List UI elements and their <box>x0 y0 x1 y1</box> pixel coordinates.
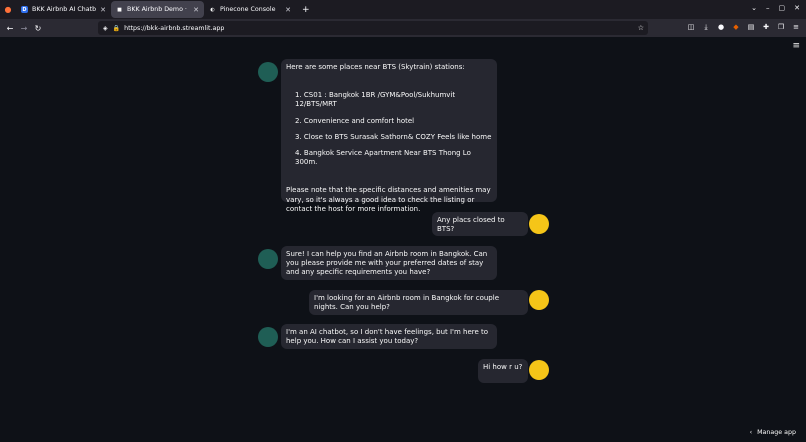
manage-app-label: Manage app <box>757 429 796 436</box>
message-text: Sure! I can help you find an Airbnb room… <box>286 250 488 277</box>
account-icon[interactable]: ● <box>717 22 725 32</box>
message-text: I'm an AI chatbot, so I don't have feeli… <box>286 328 489 346</box>
reload-icon[interactable]: ↻ <box>31 24 45 33</box>
pocket-icon[interactable]: ◫ <box>687 22 695 32</box>
chevron-left-icon: ‹ <box>749 429 753 436</box>
chat-message-user: Any placs closed to BTS? <box>432 212 528 236</box>
message-text: Here are some places near BTS (Skytrain)… <box>286 63 465 71</box>
browser-tab-bar: ● D BKK Airbnb AI Chatbot | S ✕ ■ BKK Ai… <box>0 0 806 19</box>
extensions-icon[interactable]: ✚ <box>762 22 770 32</box>
message-text: Any placs closed to BTS? <box>437 216 505 234</box>
chat-message-user: Hi how r u? <box>478 359 528 383</box>
tab-demo[interactable]: ■ BKK Airbnb Demo · Strea ✕ <box>111 1 204 18</box>
forward-icon[interactable]: → <box>17 24 31 33</box>
tab-title: Pinecone Console <box>220 6 276 13</box>
list-item: 1. CS01 : Bangkok 1BR /GYM&Pool/Sukhumvi… <box>295 91 456 109</box>
url-text[interactable]: https://bkk-airbnb.streamlit.app <box>124 25 224 32</box>
hamburger-menu-icon[interactable]: ≡ <box>792 22 800 32</box>
close-window-icon[interactable]: ✕ <box>794 4 800 12</box>
reader-icon[interactable]: ▤ <box>747 22 755 32</box>
chevron-down-icon[interactable]: ⌄ <box>751 4 757 12</box>
tab-chatbot[interactable]: D BKK Airbnb AI Chatbot | S ✕ <box>16 1 111 18</box>
firefox-menu-icon[interactable]: ● <box>0 5 16 14</box>
streamlit-app: ≡ Here are some places near BTS (Skytrai… <box>0 37 806 442</box>
user-avatar <box>529 360 549 380</box>
bookmark-star-icon[interactable]: ☆ <box>638 24 644 32</box>
maximize-icon[interactable]: ▢ <box>779 4 786 12</box>
tracking-shield-icon[interactable]: ◈ <box>103 25 108 32</box>
new-tab-button[interactable]: + <box>302 5 310 15</box>
message-text: Please note that the specific distances … <box>286 186 491 213</box>
extension-fox-icon[interactable]: ◆ <box>732 22 740 32</box>
tab-favicon-icon: ◐ <box>210 6 215 13</box>
user-avatar <box>529 290 549 310</box>
browser-nav-bar: ← → ↻ ◈ 🔒 https://bkk-airbnb.streamlit.a… <box>0 19 806 37</box>
download-icon[interactable]: ⤓ <box>702 22 710 32</box>
list-item: 4. Bangkok Service Apartment Near BTS Th… <box>295 149 471 167</box>
list-item: 2. Convenience and comfort hotel <box>295 116 415 125</box>
message-text: Hi how r u? <box>483 363 523 371</box>
chat-message-assistant: Sure! I can help you find an Airbnb room… <box>281 246 497 280</box>
lock-icon[interactable]: 🔒 <box>113 25 120 32</box>
assistant-avatar <box>258 62 278 82</box>
chat-message-user: I'm looking for an Airbnb room in Bangko… <box>309 290 528 315</box>
user-avatar <box>529 214 549 234</box>
minimize-icon[interactable]: – <box>766 4 770 12</box>
tab-favicon-icon: D <box>21 6 28 13</box>
assistant-avatar <box>258 327 278 347</box>
recommendation-list: 1. CS01 : Bangkok 1BR /GYM&Pool/Sukhumvi… <box>286 91 492 167</box>
list-item: 3. Close to BTS Surasak Sathorn& COZY Fe… <box>295 132 492 141</box>
tab-favicon-icon: ■ <box>117 6 122 13</box>
tab-title: BKK Airbnb AI Chatbot | S <box>32 6 97 13</box>
url-bar[interactable]: ◈ 🔒 https://bkk-airbnb.streamlit.app ☆ <box>98 21 648 35</box>
tab-pinecone[interactable]: ◐ Pinecone Console ✕ <box>204 1 296 18</box>
close-icon[interactable]: ✕ <box>285 6 291 14</box>
manage-app-button[interactable]: ‹ Manage app <box>750 429 796 436</box>
close-icon[interactable]: ✕ <box>193 6 199 14</box>
chat-message-assistant: Here are some places near BTS (Skytrain)… <box>281 59 497 213</box>
app-menu-icon[interactable]: ≡ <box>792 41 800 51</box>
back-icon[interactable]: ← <box>3 24 17 33</box>
copy-icon[interactable]: ❐ <box>777 22 785 32</box>
tab-title: BKK Airbnb Demo · Strea <box>127 6 189 13</box>
assistant-avatar <box>258 249 278 269</box>
chat-message-assistant: I'm an AI chatbot, so I don't have feeli… <box>281 324 497 349</box>
message-text: I'm looking for an Airbnb room in Bangko… <box>314 294 499 312</box>
close-icon[interactable]: ✕ <box>100 6 106 14</box>
